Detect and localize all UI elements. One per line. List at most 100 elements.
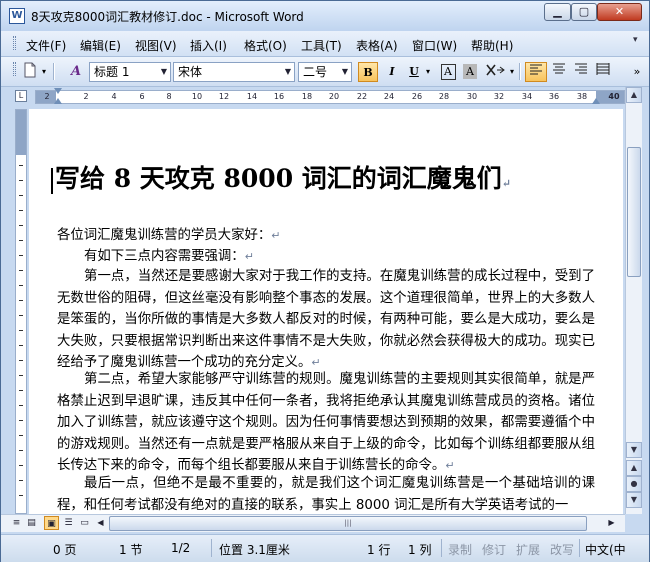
horizontal-ruler[interactable]: 2 2 4 6 8 10 12 14 16 18 20 22 24 26 28 … — [35, 88, 625, 104]
font-select[interactable]: 宋体 ▼ — [173, 62, 295, 82]
vertical-ruler-tick — [19, 435, 23, 436]
right-indent-marker[interactable] — [592, 98, 600, 104]
paragraph[interactable]: 最后一点，但绝不是最不重要的，就是我们这个词汇魔鬼训练营是一个基础培训的课程，和… — [57, 473, 595, 514]
ruler-tick: 24 — [383, 92, 395, 101]
status-separator — [579, 539, 580, 557]
menu-view[interactable]: 视图(V) — [135, 37, 177, 54]
scroll-up-button[interactable]: ▲ — [626, 87, 642, 103]
hanging-indent-marker[interactable] — [54, 98, 62, 104]
menu-insert[interactable]: 插入(I) — [190, 37, 227, 54]
status-ovr[interactable]: 改写 — [550, 541, 574, 558]
style-select[interactable]: 标题 1 ▼ — [89, 62, 171, 82]
justify-icon — [596, 63, 610, 75]
vertical-ruler-tick — [19, 315, 23, 316]
minimize-button[interactable]: ▁ — [544, 3, 571, 21]
new-dropdown-icon[interactable]: ▾ — [39, 62, 49, 82]
vertical-ruler-tick — [19, 180, 23, 181]
ruler-tick: 8 — [166, 92, 172, 101]
underline-button[interactable]: U — [405, 62, 423, 82]
styles-and-formatting-icon[interactable]: A — [65, 62, 87, 82]
vertical-ruler[interactable] — [15, 109, 27, 514]
paragraph[interactable]: 第一点，当然还是要感谢大家对于我工作的支持。在魔鬼训练营的成长过程中，受到了无数… — [57, 266, 595, 374]
status-trk[interactable]: 修订 — [482, 541, 506, 558]
paragraph[interactable]: 各位词汇魔鬼训练营的学员大家好：↵ — [57, 225, 595, 247]
menu-grip-handle[interactable] — [13, 36, 16, 50]
italic-button[interactable]: I — [382, 62, 402, 82]
menu-overflow-icon[interactable]: ▾ — [633, 35, 645, 51]
menu-edit[interactable]: 编辑(E) — [80, 37, 121, 54]
vertical-ruler-tick — [19, 165, 23, 166]
chevron-down-icon[interactable]: ▼ — [339, 63, 351, 81]
ruler-tick: 36 — [548, 92, 560, 101]
ruler-tick: 10 — [191, 92, 203, 101]
align-center-icon — [553, 63, 565, 74]
document-page[interactable]: 写给 8 天攻克 8000 词汇的词汇魔鬼们↵ 各位词汇魔鬼训练营的学员大家好：… — [29, 109, 623, 514]
select-browse-object-button[interactable]: ● — [626, 476, 642, 492]
align-left-button[interactable] — [525, 62, 547, 82]
status-rec[interactable]: 录制 — [448, 541, 472, 558]
web-layout-view-icon[interactable]: ▤ — [24, 516, 39, 530]
next-page-button[interactable]: ▼ — [626, 492, 642, 508]
close-button[interactable]: ✕ — [597, 3, 642, 21]
vertical-ruler-tick — [19, 465, 23, 466]
character-scaling-icon[interactable] — [483, 62, 507, 82]
previous-page-button[interactable]: ▲ — [626, 460, 642, 476]
vertical-ruler-tick — [19, 420, 23, 421]
toolbar-grip-handle[interactable] — [13, 62, 16, 76]
paragraph[interactable]: 有如下三点内容需要强调：↵ — [57, 246, 595, 268]
menu-table[interactable]: 表格(A) — [356, 37, 398, 54]
scroll-right-button[interactable]: ▶ — [604, 516, 619, 530]
vertical-ruler-tick — [19, 285, 23, 286]
ruler-tick: 12 — [218, 92, 230, 101]
scaling-dropdown-icon[interactable]: ▾ — [507, 62, 517, 82]
ruler-tick: 34 — [521, 92, 533, 101]
normal-view-icon[interactable]: ≡ — [9, 516, 24, 530]
print-layout-view-icon[interactable]: ▣ — [44, 516, 59, 530]
distributed-align-button[interactable] — [593, 62, 613, 82]
menu-help[interactable]: 帮助(H) — [471, 37, 513, 54]
style-value: 标题 1 — [94, 65, 130, 79]
status-ext[interactable]: 扩展 — [516, 541, 540, 558]
menu-format[interactable]: 格式(O) — [244, 37, 287, 54]
reading-layout-view-icon[interactable]: ▭ — [77, 516, 92, 530]
vertical-ruler-tick — [19, 210, 23, 211]
word-app-icon[interactable]: W — [9, 8, 25, 24]
first-line-indent-marker[interactable] — [54, 88, 62, 94]
character-shading-button[interactable]: A — [461, 62, 479, 82]
status-line: 1 行 — [367, 543, 391, 557]
scroll-left-button[interactable]: ◀ — [93, 516, 108, 530]
menu-file[interactable]: 文件(F) — [26, 37, 66, 54]
outline-view-icon[interactable]: ☰ — [61, 516, 76, 530]
toolbar-overflow-icon[interactable]: » — [631, 62, 643, 82]
menu-tools[interactable]: 工具(T) — [301, 37, 342, 54]
paragraph-mark: ↵ — [501, 177, 512, 190]
vertical-ruler-tick — [19, 240, 23, 241]
document-heading-text: 写给 8 天攻克 8000 词汇的词汇魔鬼们 — [55, 164, 502, 193]
ruler-tick: 16 — [273, 92, 285, 101]
menu-window[interactable]: 窗口(W) — [412, 37, 457, 54]
horizontal-scroll-thumb[interactable]: ||| — [109, 516, 587, 531]
vertical-ruler-tick — [19, 270, 23, 271]
paragraph[interactable]: 第二点，希望大家能够严守训练营的规则。魔鬼训练营的主要规则其实很简单，就是严格禁… — [57, 369, 595, 477]
maximize-button[interactable]: ▢ — [571, 3, 597, 21]
status-separator — [441, 539, 442, 557]
align-center-button[interactable] — [549, 62, 569, 82]
vertical-scroll-thumb[interactable] — [627, 147, 641, 277]
align-left-icon — [530, 64, 542, 75]
bold-button[interactable]: B — [358, 62, 378, 82]
align-right-button[interactable] — [571, 62, 591, 82]
document-heading[interactable]: 写给 8 天攻克 8000 词汇的词汇魔鬼们↵ — [51, 159, 511, 195]
chevron-down-icon[interactable]: ▼ — [158, 63, 170, 81]
new-document-icon[interactable] — [21, 62, 39, 82]
vertical-scrollbar[interactable]: ▲ ▼ ▲ ● ▼ — [625, 87, 642, 514]
tab-selector[interactable]: L — [15, 90, 27, 102]
ruler-tick: 4 — [111, 92, 117, 101]
scroll-down-button[interactable]: ▼ — [626, 442, 642, 458]
horizontal-scroll-track[interactable]: ||| — [109, 516, 599, 531]
chevron-down-icon[interactable]: ▼ — [282, 63, 294, 81]
underline-dropdown-icon[interactable]: ▾ — [423, 62, 433, 82]
character-border-button[interactable]: A — [439, 62, 457, 82]
font-size-value: 二号 — [303, 65, 328, 79]
font-size-select[interactable]: 二号 ▼ — [298, 62, 352, 82]
ruler-tick: 38 — [576, 92, 588, 101]
